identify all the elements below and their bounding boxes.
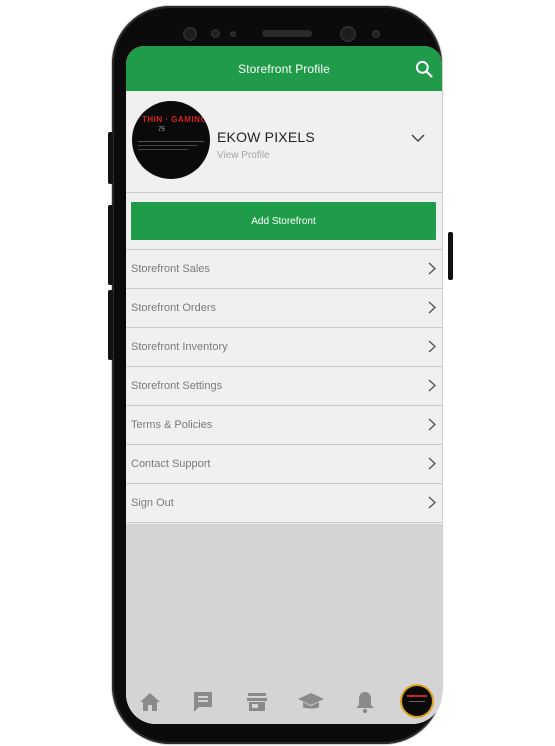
light-sensor (230, 31, 236, 37)
menu-item-label: Storefront Orders (131, 302, 216, 314)
search-icon[interactable] (414, 59, 434, 79)
avatar[interactable]: THIN · GAMING 75 (132, 101, 210, 179)
page-title: Storefront Profile (238, 62, 330, 76)
menu-item-terms-policies[interactable]: Terms & Policies (126, 406, 442, 445)
menu-item-label: Terms & Policies (131, 419, 213, 431)
avatar-mark (409, 701, 425, 702)
tab-home[interactable] (136, 688, 164, 716)
avatar[interactable] (402, 686, 432, 716)
menu-item-label: Storefront Settings (131, 380, 223, 392)
graduation-cap-icon (298, 693, 324, 709)
top-app-bar: Storefront Profile (126, 46, 442, 91)
profile-sheet: THIN · GAMING 75 EKOW PIXELS View Profil… (126, 91, 442, 524)
app-screen: Storefront Profile THIN · GAMING 75 EKOW… (126, 46, 442, 724)
iris-camera (372, 30, 380, 38)
chevron-down-icon[interactable] (411, 133, 425, 143)
menu-item-storefront-sales[interactable]: Storefront Sales (126, 250, 442, 289)
phone-volume-down-button (108, 290, 113, 360)
add-storefront-button[interactable]: Add Storefront (131, 202, 436, 240)
phone-power-button (448, 232, 453, 280)
avatar-line (138, 141, 204, 142)
menu-item-label: Sign Out (131, 497, 174, 509)
avatar-mark (407, 695, 427, 697)
iris-sensor (183, 27, 197, 41)
chevron-right-icon (428, 262, 436, 275)
profile-header[interactable]: THIN · GAMING 75 EKOW PIXELS View Profil… (126, 91, 442, 193)
settings-menu: Storefront Sales Storefront Orders Store… (126, 250, 442, 523)
chevron-right-icon (428, 340, 436, 353)
phone-volume-up-button (108, 205, 113, 285)
proximity-sensor (211, 29, 220, 38)
chevron-right-icon (428, 301, 436, 314)
menu-item-storefront-settings[interactable]: Storefront Settings (126, 367, 442, 406)
menu-item-label: Storefront Inventory (131, 341, 228, 353)
chevron-right-icon (428, 496, 436, 509)
view-profile-link[interactable]: View Profile (217, 150, 270, 161)
tab-notifications[interactable] (351, 688, 379, 716)
tab-storefront[interactable] (243, 688, 271, 716)
chevron-right-icon (428, 457, 436, 470)
front-camera (340, 26, 356, 42)
menu-item-label: Storefront Sales (131, 263, 210, 275)
menu-item-storefront-inventory[interactable]: Storefront Inventory (126, 328, 442, 367)
tab-learn[interactable] (297, 688, 325, 716)
phone-side-button (108, 132, 113, 184)
menu-item-label: Contact Support (131, 458, 211, 470)
profile-name: EKOW PIXELS (217, 129, 315, 145)
avatar-line (138, 145, 198, 146)
avatar-subtext: 75 (158, 127, 165, 133)
avatar-line (138, 149, 188, 150)
bell-icon (356, 692, 374, 714)
tab-messages[interactable] (189, 688, 217, 716)
menu-item-storefront-orders[interactable]: Storefront Orders (126, 289, 442, 328)
chat-icon (194, 692, 212, 712)
store-icon (247, 693, 267, 711)
menu-item-sign-out[interactable]: Sign Out (126, 484, 442, 523)
earpiece-speaker (262, 30, 312, 37)
chevron-right-icon (428, 379, 436, 392)
chevron-right-icon (428, 418, 436, 431)
avatar-text: THIN · GAMING (142, 115, 208, 124)
bottom-tab-bar (126, 682, 442, 724)
home-icon (140, 693, 160, 711)
menu-item-contact-support[interactable]: Contact Support (126, 445, 442, 484)
